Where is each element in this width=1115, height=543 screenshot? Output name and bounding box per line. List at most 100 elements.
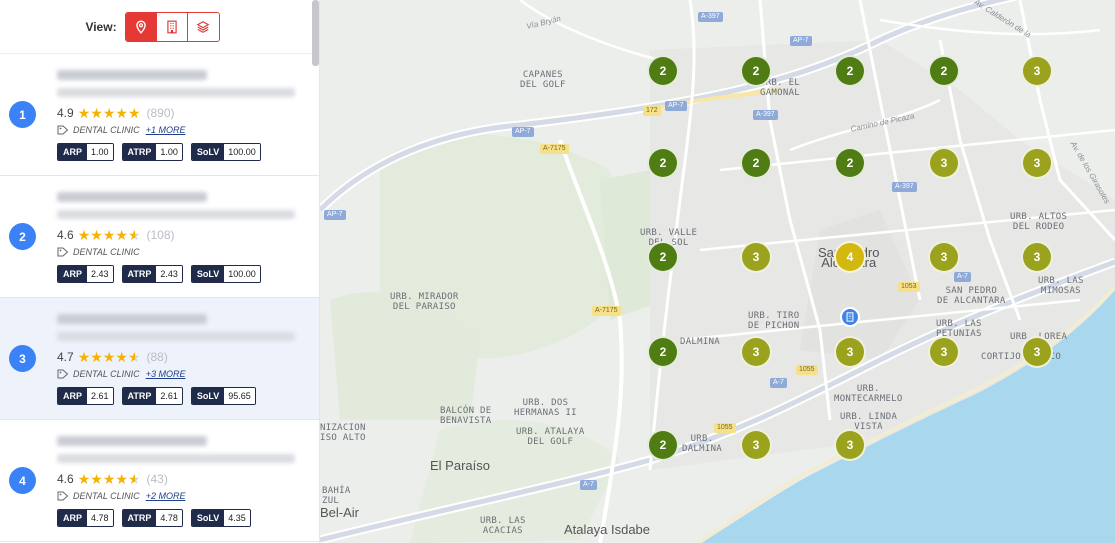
rating-value: 4.7 [57,350,74,364]
arp-label: ARP [58,510,88,526]
metrics-row: ARP 4.78 ATRP 4.78 SoLV 4.35 [57,509,319,527]
road-shield: AP-7 [790,36,812,46]
tag-icon [57,247,69,257]
place-label: URB. DALMINA [682,434,723,454]
place-label: URB. TIRO DE PICHON [748,311,800,331]
atrp-metric: ATRP 4.78 [121,509,183,527]
road-shield: A-7 [770,378,787,388]
place-label: SAN PEDRO DE ALCANTARA [937,286,1006,306]
rating-row: 4.6 ★ ★ ★ ★ ★ (108) [57,227,319,243]
solv-value: 4.35 [224,510,250,526]
road-shield: 1055 [714,423,736,433]
category-label: DENTAL CLINIC [73,125,140,135]
result-item[interactable]: 2 4.6 ★ ★ ★ ★ ★ (108) DENTAL CLINIC ARP 2.43 … [0,176,319,298]
rank-marker[interactable]: 3 [834,336,866,368]
star-icon: ★ [77,349,91,365]
atrp-label: ATRP [122,144,157,160]
solv-metric: SoLV 100.00 [190,143,261,161]
star-icon: ★ [102,227,116,243]
metrics-row: ARP 2.61 ATRP 2.61 SoLV 95.65 [57,387,319,405]
star-rating: ★ ★ ★ ★ ★ [78,228,141,242]
solv-value: 95.65 [224,388,255,404]
solv-metric: SoLV 100.00 [190,265,261,283]
rank-marker[interactable]: 2 [834,55,866,87]
rank-marker[interactable]: 2 [647,336,679,368]
star-rating: ★ ★ ★ ★ ★ [78,350,141,364]
rank-badge: 1 [9,101,36,128]
road-shield: AP-7 [512,127,534,137]
star-icon: ★ [115,227,128,243]
rank-marker[interactable]: 3 [928,336,960,368]
category-label: DENTAL CLINIC [73,369,140,379]
star-icon: ★ [90,471,103,487]
business-location-pin[interactable] [840,307,860,327]
arp-value: 1.00 [87,144,113,160]
solv-label: SoLV [191,266,225,282]
star-icon: ★ [90,349,103,365]
rank-marker[interactable]: 3 [1021,147,1053,179]
view-toggle-group [124,11,220,42]
star-icon: ★ [127,105,141,121]
road-shield: 1055 [796,365,818,375]
rank-marker[interactable]: 2 [834,147,866,179]
review-count: (890) [146,106,175,120]
rank-marker[interactable]: 2 [647,429,679,461]
rank-marker[interactable]: 3 [740,336,772,368]
atrp-value: 4.78 [156,510,182,526]
rank-marker[interactable]: 2 [740,147,772,179]
review-count: (43) [146,472,168,486]
layers-view-button[interactable] [187,12,219,41]
road-shield: A-397 [698,12,723,22]
star-rating: ★ ★ ★ ★ ★ [78,106,141,120]
rating-row: 4.9 ★ ★ ★ ★ ★ (890) [57,105,319,121]
star-icon: ★ [102,349,116,365]
result-item[interactable]: 1 4.9 ★ ★ ★ ★ ★ (890) DENTAL CLINIC +1 MORE … [0,54,319,176]
more-categories-link[interactable]: +1 MORE [146,125,186,135]
atrp-value: 2.43 [156,266,182,282]
rank-marker[interactable]: 2 [740,55,772,87]
place-label: DALMINA [680,337,721,347]
sidebar-scrollbar[interactable] [312,0,319,66]
business-name-redacted [57,436,207,446]
rank-marker[interactable]: 3 [740,429,772,461]
result-item[interactable]: 3 4.7 ★ ★ ★ ★ ★ (88) DENTAL CLINIC +3 MORE A… [0,298,319,420]
building-icon [166,20,177,33]
rating-value: 4.9 [57,106,74,120]
star-icon: ★ [102,471,116,487]
place-label: BAHÍA ZUL [322,486,351,506]
star-icon: ★ [77,227,91,243]
rank-badge: 4 [9,467,36,494]
rank-marker[interactable]: 3 [1021,55,1053,87]
atrp-label: ATRP [122,388,157,404]
more-categories-link[interactable]: +3 MORE [146,369,186,379]
rank-marker[interactable]: 3 [740,241,772,273]
rank-marker[interactable]: 2 [647,55,679,87]
rank-marker[interactable]: 2 [647,147,679,179]
solv-metric: SoLV 95.65 [190,387,256,405]
business-view-button[interactable] [156,12,188,41]
rank-marker[interactable]: 2 [647,241,679,273]
map-view-button[interactable] [125,12,157,41]
view-label: View: [85,19,117,34]
result-item[interactable]: 4 4.6 ★ ★ ★ ★ ★ (43) DENTAL CLINIC +2 MORE A… [0,420,319,542]
rank-marker[interactable]: 3 [928,241,960,273]
category-label: DENTAL CLINIC [73,491,140,501]
rank-marker[interactable]: 4 [834,241,866,273]
arp-label: ARP [58,388,88,404]
more-categories-link[interactable]: +2 MORE [146,491,186,501]
atrp-metric: ATRP 2.61 [121,387,183,405]
rank-marker[interactable]: 3 [834,429,866,461]
star-icon: ★ [115,105,128,121]
road-shield: A-7175 [540,144,569,154]
map-canvas[interactable]: CAPANES DEL GOLF URB. EL GAMONAL URB. VA… [320,0,1115,543]
star-icon: ★ [77,105,91,121]
town-label: El Paraíso [430,458,490,473]
rank-marker[interactable]: 3 [928,147,960,179]
rank-marker[interactable]: 3 [1021,336,1053,368]
category-row: DENTAL CLINIC +3 MORE [57,367,319,381]
place-label: CAPANES DEL GOLF [520,70,566,90]
rank-marker[interactable]: 2 [928,55,960,87]
tag-icon [57,125,69,135]
rank-marker[interactable]: 3 [1021,241,1053,273]
arp-label: ARP [58,266,88,282]
